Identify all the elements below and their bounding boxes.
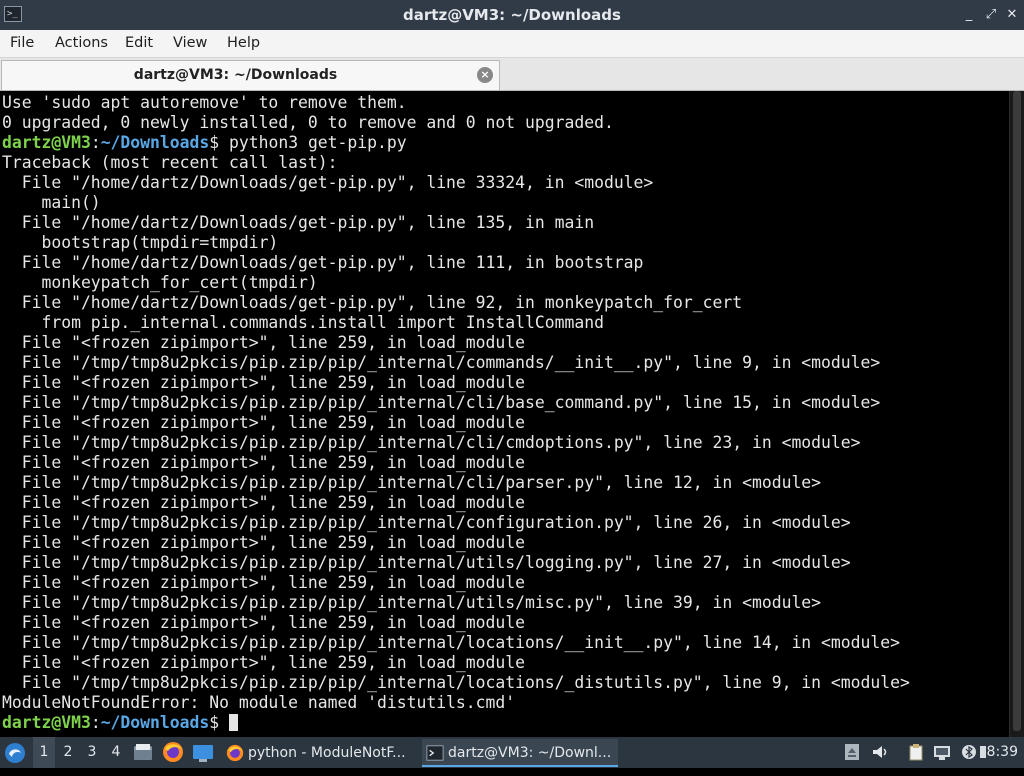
workspace-1[interactable]: 1 — [33, 737, 55, 768]
tab-label: dartz@VM3: ~/Downloads — [133, 67, 338, 83]
menu-bar: File Actions Edit View Help — [0, 30, 1024, 58]
output-line: File "/tmp/tmp8u2pkcis/pip.zip/pip/_inte… — [2, 633, 900, 652]
output-line: bootstrap(tmpdir=tmpdir) — [2, 233, 279, 252]
output-line: File "/tmp/tmp8u2pkcis/pip.zip/pip/_inte… — [2, 433, 861, 452]
window-title: dartz@VM3: ~/Downloads — [403, 6, 621, 24]
text-cursor — [229, 714, 238, 731]
output-line: File "<frozen zipimport>", line 259, in … — [2, 573, 526, 592]
output-line: File "<frozen zipimport>", line 259, in … — [2, 413, 526, 432]
output-line: File "/home/dartz/Downloads/get-pip.py",… — [2, 293, 743, 312]
menu-edit[interactable]: Edit — [125, 30, 153, 57]
file-manager-launcher[interactable] — [133, 737, 155, 768]
network-icon[interactable] — [933, 743, 951, 761]
maximize-button[interactable]: ⤢ — [983, 7, 999, 23]
output-line: File "<frozen zipimport>", line 259, in … — [2, 333, 526, 352]
clock[interactable]: 8:39 — [987, 737, 1018, 768]
firefox-icon — [226, 744, 244, 762]
output-line: File "/tmp/tmp8u2pkcis/pip.zip/pip/_inte… — [2, 553, 851, 572]
terminal-icon — [426, 745, 444, 761]
output-line: from pip._internal.commands.install impo… — [2, 313, 604, 332]
prompt-path: ~/Downloads — [100, 713, 210, 732]
output-line: monkeypatch_for_cert(tmpdir) — [2, 273, 318, 292]
output-line: Use 'sudo apt autoremove' to remove them… — [2, 93, 407, 112]
start-menu-icon — [5, 743, 25, 763]
minimize-button[interactable]: _ — [961, 7, 977, 23]
bluetooth-icon[interactable] — [960, 743, 978, 761]
menu-view[interactable]: View — [173, 30, 207, 57]
output-line: File "/tmp/tmp8u2pkcis/pip.zip/pip/_inte… — [2, 593, 822, 612]
output-line: File "/home/dartz/Downloads/get-pip.py",… — [2, 173, 654, 192]
workspace-3[interactable]: 3 — [81, 737, 103, 768]
firefox-icon — [163, 742, 183, 762]
output-line: File "<frozen zipimport>", line 259, in … — [2, 453, 526, 472]
task-label: python - ModuleNotF... — [248, 745, 406, 761]
task-terminal-window[interactable]: dartz@VM3: ~/Downl... — [422, 739, 618, 767]
show-desktop-button[interactable] — [192, 737, 216, 768]
prompt-user: dartz@VM3 — [2, 133, 91, 152]
command-text: python3 get-pip.py — [229, 133, 407, 152]
menu-help[interactable]: Help — [227, 30, 260, 57]
output-line: 0 upgraded, 0 newly installed, 0 to remo… — [2, 113, 614, 132]
output-line: File "/tmp/tmp8u2pkcis/pip.zip/pip/_inte… — [2, 473, 822, 492]
workspace-2[interactable]: 2 — [57, 737, 79, 768]
terminal-tab[interactable]: dartz@VM3: ~/Downloads × — [1, 60, 500, 90]
output-line: Traceback (most recent call last): — [2, 153, 338, 172]
file-manager-icon — [134, 744, 152, 760]
output-line: File "/home/dartz/Downloads/get-pip.py",… — [2, 213, 595, 232]
menu-file[interactable]: File — [10, 30, 34, 57]
workspace-4[interactable]: 4 — [105, 737, 127, 768]
start-menu-button[interactable] — [4, 737, 28, 768]
task-firefox-window[interactable]: python - ModuleNotF... — [222, 739, 418, 767]
terminal-text: Use 'sudo apt autoremove' to remove them… — [2, 93, 910, 732]
output-line: File "<frozen zipimport>", line 259, in … — [2, 533, 526, 552]
output-line: File "/tmp/tmp8u2pkcis/pip.zip/pip/_inte… — [2, 673, 910, 692]
clipboard-icon[interactable] — [907, 743, 925, 761]
output-line: File "/home/dartz/Downloads/get-pip.py",… — [2, 253, 644, 272]
desktop-icon — [193, 745, 213, 762]
output-line: File "<frozen zipimport>", line 259, in … — [2, 373, 526, 392]
tab-bar: dartz@VM3: ~/Downloads × — [0, 58, 1024, 91]
menu-actions[interactable]: Actions — [55, 30, 108, 57]
scrollbar-thumb[interactable] — [1013, 91, 1021, 731]
close-window-button[interactable]: ✕ — [1004, 7, 1020, 23]
firefox-launcher[interactable] — [162, 737, 186, 768]
output-line: File "/tmp/tmp8u2pkcis/pip.zip/pip/_inte… — [2, 393, 881, 412]
volume-icon[interactable] — [871, 743, 889, 761]
terminal-scrollbar[interactable] — [1009, 91, 1024, 737]
output-line: File "/tmp/tmp8u2pkcis/pip.zip/pip/_inte… — [2, 353, 881, 372]
output-line: File "<frozen zipimport>", line 259, in … — [2, 613, 526, 632]
eject-icon[interactable] — [843, 743, 861, 761]
output-line: main() — [2, 193, 101, 212]
output-line: File "/tmp/tmp8u2pkcis/pip.zip/pip/_inte… — [2, 513, 851, 532]
prompt-path: ~/Downloads — [100, 133, 210, 152]
prompt-user: dartz@VM3 — [2, 713, 91, 732]
window-titlebar[interactable]: >_ dartz@VM3: ~/Downloads _ ⤢ ✕ — [0, 0, 1024, 30]
terminal-output[interactable]: Use 'sudo apt autoremove' to remove them… — [0, 91, 1009, 737]
taskbar: 1 2 3 4 python - ModuleNotF... dartz@VM3… — [0, 737, 1024, 768]
task-label: dartz@VM3: ~/Downl... — [448, 745, 612, 761]
output-line: File "<frozen zipimport>", line 259, in … — [2, 653, 526, 672]
error-line: ModuleNotFoundError: No module named 'di… — [2, 693, 516, 712]
output-line: File "<frozen zipimport>", line 259, in … — [2, 493, 526, 512]
tab-close-icon[interactable]: × — [477, 67, 493, 83]
